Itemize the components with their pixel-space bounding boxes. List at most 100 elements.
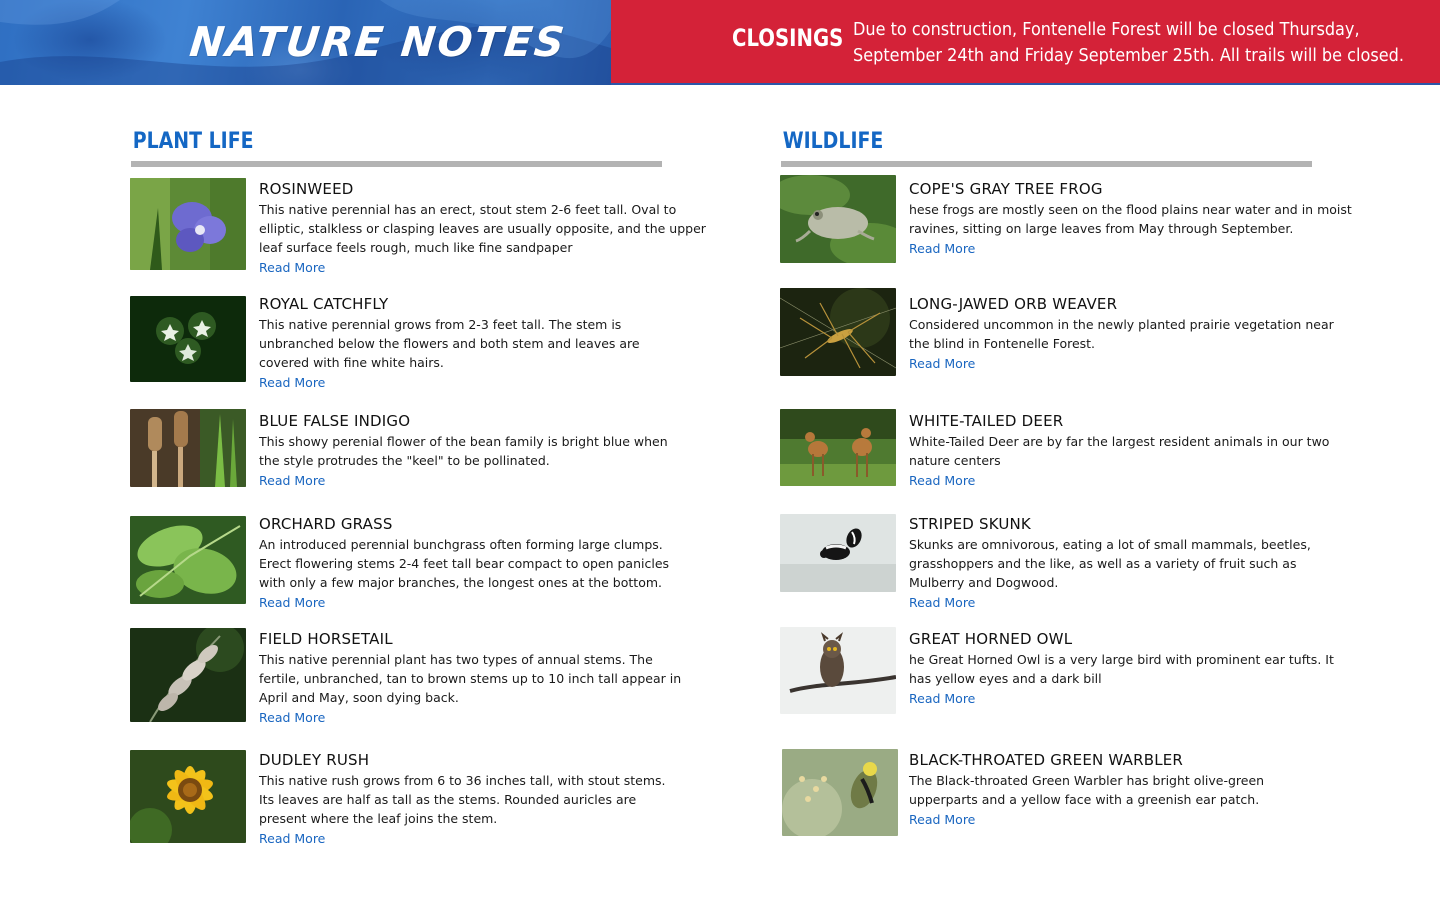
violet-flower-photo[interactable] <box>130 178 246 270</box>
item-title: GREAT HORNED OWL <box>909 630 1073 648</box>
section-divider <box>781 161 1312 167</box>
item-title: FIELD HORSETAIL <box>259 630 393 648</box>
closings-message: Due to construction, Fontenelle Forest w… <box>853 17 1404 69</box>
read-more-link[interactable]: Read More <box>909 689 975 709</box>
white-star-flowers-photo[interactable] <box>130 296 246 382</box>
description-line: unbranched below the flowers and both st… <box>259 336 640 351</box>
item-content: COPE'S GRAY TREE FROG hese frogs are mos… <box>909 178 1352 259</box>
fawns-photo[interactable] <box>780 409 896 486</box>
description-line: with only a few major branches, the long… <box>259 575 662 590</box>
item-content: FIELD HORSETAIL This native perennial pl… <box>259 628 682 728</box>
description-line: White-Tailed Deer are by far the largest… <box>909 434 1330 449</box>
item-content: STRIPED SKUNK Skunks are omnivorous, eat… <box>909 513 1329 613</box>
description-line: fertile, unbranched, tan to brown stems … <box>259 671 682 686</box>
item-content: DUDLEY RUSH This native rush grows from … <box>259 749 679 849</box>
description-line: covered with fine white hairs. <box>259 355 444 370</box>
description-line: Its leaves are half as tall as the stems… <box>259 792 637 807</box>
description-line: upperparts and a yellow face with a gree… <box>909 792 1260 807</box>
nature-notes-banner: NATURE NOTES <box>0 0 611 85</box>
description-line: elliptic, stalkless or clasping leaves a… <box>259 221 706 236</box>
item-content: GREAT HORNED OWL he Great Horned Owl is … <box>909 628 1334 709</box>
description-line: April and May, soon dying back. <box>259 690 459 705</box>
item-description: This native rush grows from 6 to 36 inch… <box>259 771 679 828</box>
warbler-photo[interactable] <box>782 749 898 836</box>
closings-alert-banner: CLOSINGS Due to construction, Fontenelle… <box>611 0 1440 85</box>
item-title: DUDLEY RUSH <box>259 751 370 769</box>
item-title: LONG-JAWED ORB WEAVER <box>909 295 1118 313</box>
description-line: ravines, sitting on large leaves from Ma… <box>909 221 1294 236</box>
item-title: BLUE FALSE INDIGO <box>259 412 411 430</box>
item-content: WHITE-TAILED DEER White-Tailed Deer are … <box>909 410 1329 491</box>
item-title: WHITE-TAILED DEER <box>909 412 1064 430</box>
wildlife-section: WILDLIFE <box>781 125 1312 167</box>
description-line: the blind in Fontenelle Forest. <box>909 336 1096 351</box>
item-title: COPE'S GRAY TREE FROG <box>909 180 1103 198</box>
read-more-link[interactable]: Read More <box>259 829 325 849</box>
grass-panicle-photo[interactable] <box>130 628 246 722</box>
item-title: ORCHARD GRASS <box>259 515 393 533</box>
item-description: This native perennial has an erect, stou… <box>259 200 706 257</box>
item-description: This native perennial grows from 2-3 fee… <box>259 315 679 372</box>
description-line: has yellow eyes and a dark bill <box>909 671 1102 686</box>
item-title: ROSINWEED <box>259 180 354 198</box>
read-more-link[interactable]: Read More <box>259 373 325 393</box>
item-content: LONG-JAWED ORB WEAVER Considered uncommo… <box>909 293 1334 374</box>
item-title: STRIPED SKUNK <box>909 515 1031 533</box>
green-leaves-photo[interactable] <box>130 516 246 604</box>
read-more-link[interactable]: Read More <box>259 258 325 278</box>
description-line: This showy perenial flower of the bean f… <box>259 434 668 449</box>
read-more-link[interactable]: Read More <box>909 810 975 830</box>
skunk-photo[interactable] <box>780 514 896 592</box>
item-title: ROYAL CATCHFLY <box>259 295 389 313</box>
description-line: The Black-throated Green Warbler has bri… <box>909 773 1265 788</box>
read-more-link[interactable]: Read More <box>909 239 975 259</box>
tree-frog-photo[interactable] <box>780 175 896 263</box>
read-more-link[interactable]: Read More <box>909 593 975 613</box>
description-line: Erect flowering stems 2-4 feet tall bear… <box>259 556 670 571</box>
item-description: Considered uncommon in the newly planted… <box>909 315 1334 353</box>
section-divider <box>131 161 662 167</box>
horsetail-cones-photo[interactable] <box>130 409 246 487</box>
item-content: ORCHARD GRASS An introduced perennial bu… <box>259 513 679 613</box>
yellow-sunflower-photo[interactable] <box>130 750 246 843</box>
read-more-link[interactable]: Read More <box>259 593 325 613</box>
item-description: White-Tailed Deer are by far the largest… <box>909 432 1329 470</box>
read-more-link[interactable]: Read More <box>259 471 325 491</box>
description-line: Considered uncommon in the newly planted… <box>909 317 1334 332</box>
description-line: nature centers <box>909 453 1001 468</box>
description-line: present where the leaf joins the stem. <box>259 811 498 826</box>
description-line: Mulberry and Dogwood. <box>909 575 1059 590</box>
item-content: ROYAL CATCHFLY This native perennial gro… <box>259 293 679 393</box>
plant-life-heading: PLANT LIFE <box>132 129 254 154</box>
description-line: An introduced perennial bunchgrass often… <box>259 537 663 552</box>
description-line: This native perennial plant has two type… <box>259 652 653 667</box>
item-content: ROSINWEED This native perennial has an e… <box>259 178 706 278</box>
item-description: The Black-throated Green Warbler has bri… <box>909 771 1329 809</box>
wildlife-heading: WILDLIFE <box>782 129 884 154</box>
read-more-link[interactable]: Read More <box>259 708 325 728</box>
description-line: Skunks are omnivorous, eating a lot of s… <box>909 537 1311 552</box>
item-title: BLACK-THROATED GREEN WARBLER <box>909 751 1184 769</box>
item-description: This native perennial plant has two type… <box>259 650 682 707</box>
description-line: leaf surface feels rough, much like fine… <box>259 240 573 255</box>
spider-photo[interactable] <box>780 288 896 376</box>
item-content: BLUE FALSE INDIGO This showy perenial fl… <box>259 410 679 491</box>
owl-photo[interactable] <box>780 627 896 714</box>
description-line: grasshoppers and the like, as well as a … <box>909 556 1297 571</box>
description-line: This native perennial has an erect, stou… <box>259 202 677 217</box>
read-more-link[interactable]: Read More <box>909 354 975 374</box>
description-line: This native rush grows from 6 to 36 inch… <box>259 773 666 788</box>
closings-message-line: Due to construction, Fontenelle Forest w… <box>853 20 1360 40</box>
description-line: This native perennial grows from 2-3 fee… <box>259 317 622 332</box>
description-line: the style protrudes the "keel" to be pol… <box>259 453 550 468</box>
item-description: hese frogs are mostly seen on the flood … <box>909 200 1352 238</box>
closings-message-line: September 24th and Friday September 25th… <box>853 46 1404 66</box>
page-header: NATURE NOTES CLOSINGS Due to constructio… <box>0 0 1440 85</box>
description-line: hese frogs are mostly seen on the flood … <box>909 202 1352 217</box>
plant-life-section: PLANT LIFE <box>131 125 662 167</box>
item-description: An introduced perennial bunchgrass often… <box>259 535 679 592</box>
item-description: This showy perenial flower of the bean f… <box>259 432 679 470</box>
closings-label: CLOSINGS <box>732 24 844 52</box>
description-line: he Great Horned Owl is a very large bird… <box>909 652 1334 667</box>
read-more-link[interactable]: Read More <box>909 471 975 491</box>
